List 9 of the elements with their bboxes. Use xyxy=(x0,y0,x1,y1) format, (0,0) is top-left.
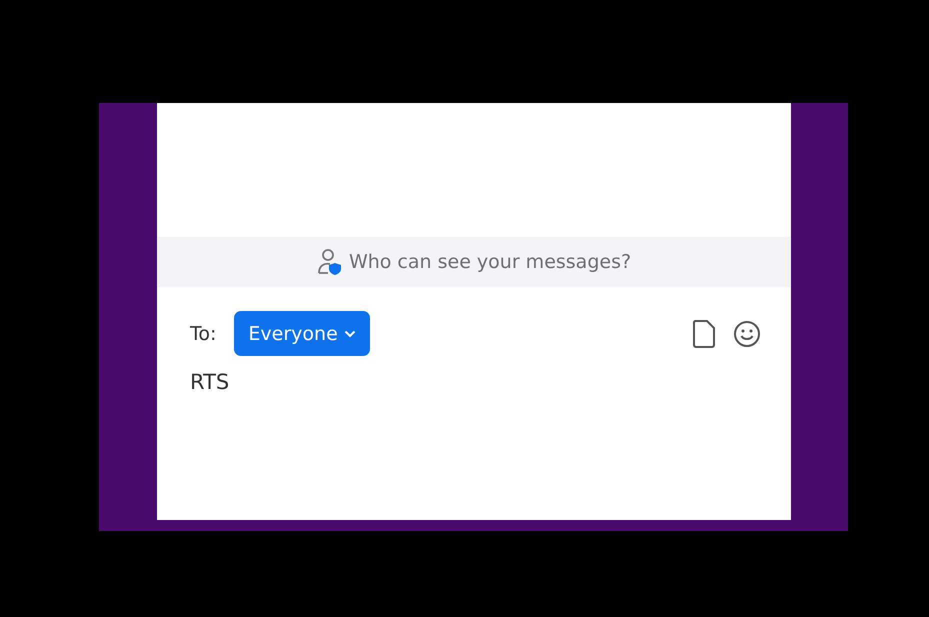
recipient-dropdown[interactable]: Everyone xyxy=(234,311,370,356)
message-input[interactable]: RTS xyxy=(190,370,750,394)
person-shield-icon xyxy=(316,248,343,276)
emoji-icon[interactable] xyxy=(733,320,761,348)
banner-text: Who can see your messages? xyxy=(348,251,632,273)
privacy-banner[interactable]: Who can see your messages? xyxy=(157,237,791,287)
chevron-down-icon xyxy=(344,330,356,338)
to-label: To: xyxy=(190,322,216,344)
file-icon[interactable] xyxy=(692,318,716,348)
